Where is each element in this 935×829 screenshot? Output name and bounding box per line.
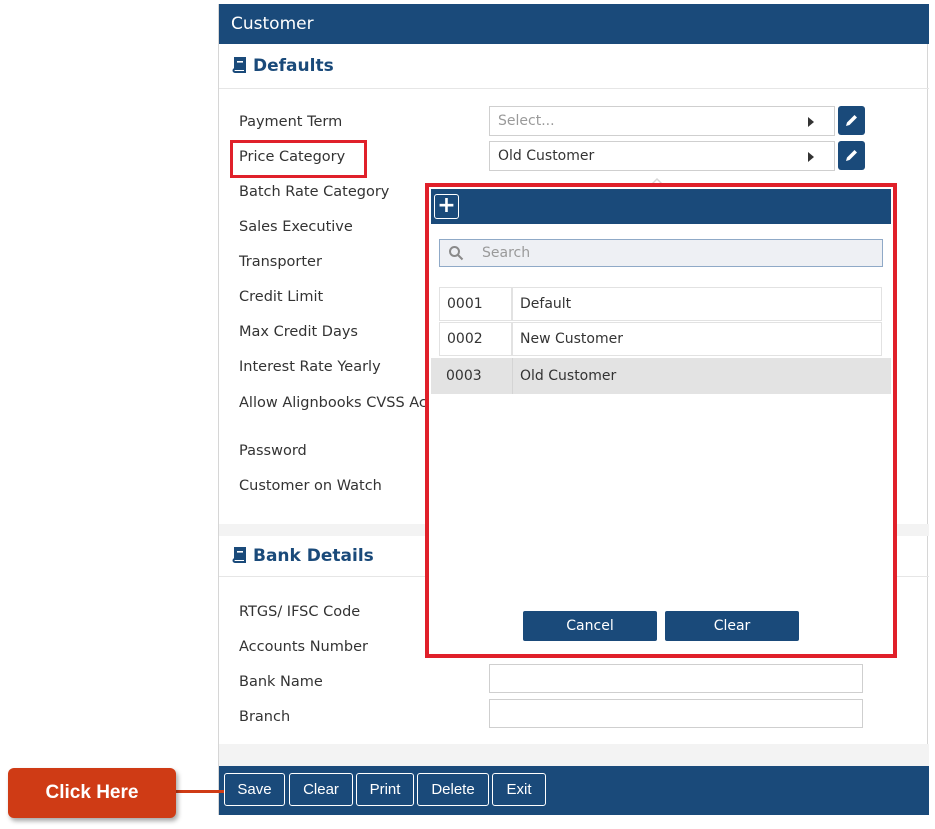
label-interest-rate-yearly: Interest Rate Yearly xyxy=(239,359,381,375)
option-row[interactable]: 0002 New Customer xyxy=(439,322,882,356)
section-separator xyxy=(219,744,929,766)
caret-right-icon xyxy=(808,152,814,162)
exit-button[interactable]: Exit xyxy=(492,773,546,806)
price-category-highlight xyxy=(230,140,367,178)
caret-right-icon xyxy=(808,117,814,127)
price-category-value: Old Customer xyxy=(498,148,595,164)
payment-term-edit-button[interactable] xyxy=(838,106,865,135)
bank-section-title: Bank Details xyxy=(231,546,374,566)
dropdown-search xyxy=(439,239,883,267)
pencil-icon xyxy=(846,150,857,161)
divider xyxy=(219,88,929,89)
label-branch: Branch xyxy=(239,709,291,725)
label-password: Password xyxy=(239,443,307,459)
delete-button[interactable]: Delete xyxy=(417,773,489,806)
clear-button[interactable]: Clear xyxy=(289,773,353,806)
option-row[interactable]: 0001 Default xyxy=(439,287,882,321)
option-code: 0003 xyxy=(446,368,482,384)
search-input[interactable] xyxy=(480,242,875,264)
click-here-callout: Click Here xyxy=(8,768,176,818)
branch-input[interactable] xyxy=(489,699,863,728)
payment-term-placeholder: Select... xyxy=(498,113,555,129)
label-credit-limit: Credit Limit xyxy=(239,289,324,305)
print-button[interactable]: Print xyxy=(356,773,414,806)
label-batch-rate-category: Batch Rate Category xyxy=(239,184,390,200)
bank-name-input[interactable] xyxy=(489,664,863,693)
add-option-button[interactable]: + xyxy=(434,194,459,219)
callout-connector xyxy=(176,790,224,793)
option-name: Old Customer xyxy=(512,358,882,394)
option-code: 0002 xyxy=(439,322,512,356)
label-max-credit-days: Max Credit Days xyxy=(239,324,358,340)
bank-title-label: Bank Details xyxy=(253,546,374,566)
dropdown-cancel-button[interactable]: Cancel xyxy=(523,611,657,641)
defaults-title-label: Defaults xyxy=(253,56,334,76)
label-transporter: Transporter xyxy=(239,254,322,270)
option-row-selected[interactable]: 0003 Old Customer xyxy=(431,358,891,394)
bottom-toolbar: Save Clear Print Delete Exit xyxy=(219,766,929,815)
payment-term-select[interactable]: Select... xyxy=(489,106,835,136)
price-category-dropdown: + 0001 Default 0002 New Customer 0003 Ol… xyxy=(425,183,897,658)
price-category-select[interactable]: Old Customer xyxy=(489,141,835,171)
label-allow-cvss: Allow Alignbooks CVSS Ac xyxy=(239,395,427,411)
dropdown-header: + xyxy=(431,189,891,224)
search-icon xyxy=(449,246,464,261)
defaults-section-title: Defaults xyxy=(231,56,334,76)
option-name: Default xyxy=(512,287,882,321)
label-accounts-number: Accounts Number xyxy=(239,639,368,655)
label-payment-term: Payment Term xyxy=(239,114,343,130)
book-icon xyxy=(231,547,247,563)
book-icon xyxy=(231,57,247,73)
plus-icon: + xyxy=(437,193,456,218)
dropdown-clear-button[interactable]: Clear xyxy=(665,611,799,641)
pencil-icon xyxy=(846,115,857,126)
save-button[interactable]: Save xyxy=(224,773,285,806)
option-name: New Customer xyxy=(512,322,882,356)
label-sales-executive: Sales Executive xyxy=(239,219,353,235)
option-code: 0001 xyxy=(439,287,512,321)
price-category-edit-button[interactable] xyxy=(838,141,865,170)
label-bank-name: Bank Name xyxy=(239,674,323,690)
label-rtgs-ifsc: RTGS/ IFSC Code xyxy=(239,604,361,620)
label-customer-on-watch: Customer on Watch xyxy=(239,478,382,494)
panel-title: Customer xyxy=(219,4,929,44)
